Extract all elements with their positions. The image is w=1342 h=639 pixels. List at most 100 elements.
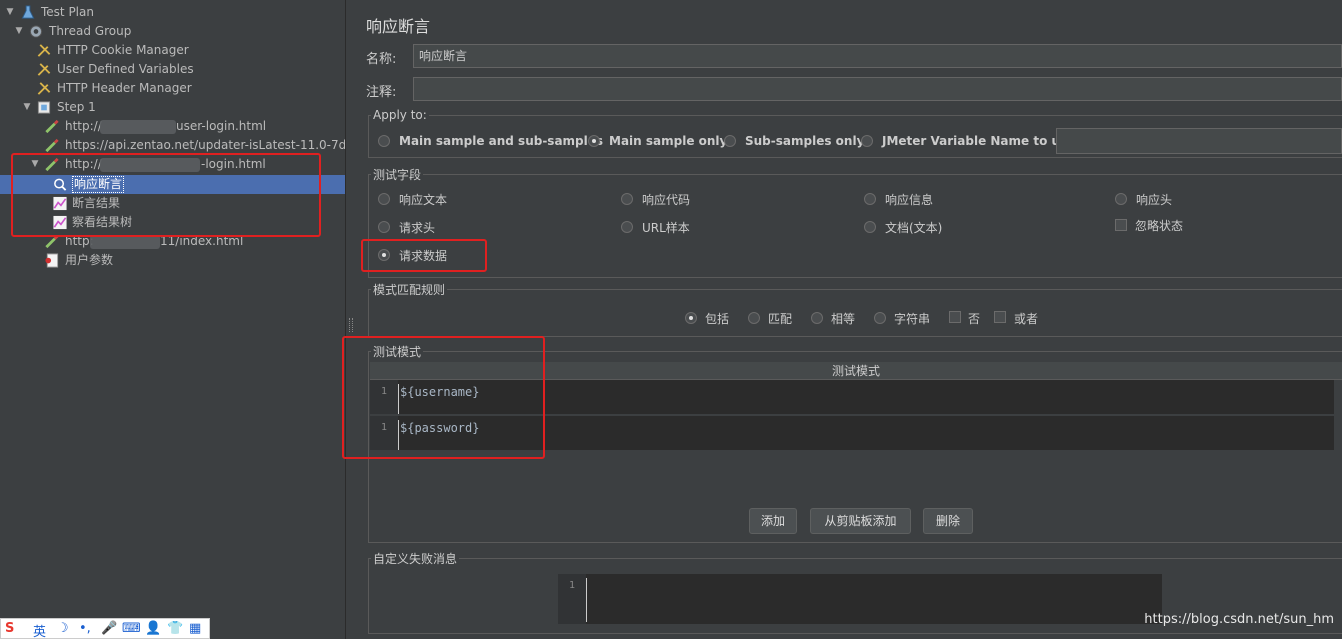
expand-toggle-icon[interactable]: ▼ <box>22 98 32 117</box>
option-substring: 字符串 <box>894 312 931 326</box>
tree-node-response-assertion[interactable]: 响应断言 <box>0 175 345 194</box>
expand-toggle-icon[interactable]: ▼ <box>30 155 40 174</box>
tree-node-user-parameters[interactable]: 用户参数 <box>0 251 345 270</box>
add-button[interactable]: 添加 <box>749 508 797 534</box>
option-matches: 匹配 <box>768 312 793 326</box>
wrench-icon <box>37 44 51 57</box>
tree-node-http-index[interactable]: http: 11/index.html <box>0 232 345 251</box>
flask-icon <box>21 5 35 19</box>
tree-node-user-defined-variables[interactable]: User Defined Variables <box>0 60 345 79</box>
option-response-headers: 响应头 <box>1136 193 1173 207</box>
punctuation-icon[interactable]: •, <box>79 621 91 636</box>
patterns-table-header[interactable]: 测试模式 <box>370 362 1342 380</box>
user-icon[interactable]: 👤 <box>145 621 161 636</box>
chart-listener-icon <box>53 215 67 230</box>
option-contains: 包括 <box>705 312 730 326</box>
radio-main-sample-only[interactable] <box>588 135 600 147</box>
radio-contains[interactable] <box>685 312 697 324</box>
delete-button[interactable]: 删除 <box>923 508 973 534</box>
pipette-icon <box>45 234 59 249</box>
comment-label: 注释: <box>366 85 397 100</box>
tree-node-step-1[interactable]: ▼ Step 1 <box>0 98 345 117</box>
tree-node-assertion-results[interactable]: 断言结果 <box>0 194 345 213</box>
pipette-icon <box>45 138 59 153</box>
radio-equals[interactable] <box>811 312 823 324</box>
magnifier-icon <box>54 178 67 191</box>
name-label: 名称: <box>366 52 397 67</box>
pattern-text: ${password} <box>400 421 480 435</box>
response-assertion-panel: 响应断言 名称: 响应断言 注释: Apply to: Main sample … <box>342 0 1342 639</box>
checkbox-ignore-status[interactable] <box>1115 219 1127 231</box>
skin-icon[interactable]: 👕 <box>167 621 183 636</box>
custom-failure-message-editor[interactable]: 1 <box>558 574 1162 624</box>
microphone-icon[interactable]: 🎤 <box>101 621 117 636</box>
keyboard-icon[interactable]: ⌨ <box>122 621 141 636</box>
custom-failure-message-legend: 自定义失败消息 <box>373 552 458 566</box>
radio-response-headers[interactable] <box>1115 193 1127 205</box>
name-field[interactable]: 响应断言 <box>413 44 1342 68</box>
tree-node-header-manager[interactable]: HTTP Header Manager <box>0 79 345 98</box>
pattern-editor-1[interactable]: 1 ${username} <box>370 380 1334 414</box>
add-from-clipboard-button[interactable]: 从剪贴板添加 <box>810 508 911 534</box>
option-main-sample-only: Main sample only <box>609 134 728 148</box>
checkbox-or[interactable] <box>994 311 1006 323</box>
pipette-icon <box>45 157 59 172</box>
test-plan-tree[interactable]: ▼ Test Plan ▼ Thread Group HTTP Cookie M… <box>0 0 346 639</box>
redacted-text <box>90 235 160 249</box>
gear-icon <box>29 25 43 38</box>
pattern-text: ${username} <box>400 385 480 399</box>
tree-node-http-user-login[interactable]: http:// user-login.html <box>0 117 345 136</box>
text-caret <box>398 420 399 450</box>
radio-response-message[interactable] <box>864 193 876 205</box>
comment-field[interactable] <box>413 77 1342 101</box>
checkbox-not[interactable] <box>949 311 961 323</box>
split-pane-divider[interactable] <box>346 0 356 639</box>
sogou-logo-icon[interactable]: S <box>5 621 14 636</box>
transaction-controller-icon <box>37 101 51 114</box>
radio-substring[interactable] <box>874 312 886 324</box>
patterns-table-scrollbar[interactable] <box>1334 380 1342 450</box>
pattern-editor-2[interactable]: 1 ${password} <box>370 416 1334 450</box>
option-request-headers: 请求头 <box>399 221 436 235</box>
option-request-data: 请求数据 <box>399 249 448 263</box>
line-number: 1 <box>370 380 398 414</box>
radio-request-headers[interactable] <box>378 221 390 233</box>
radio-sub-samples-only[interactable] <box>724 135 736 147</box>
option-sub-samples-only: Sub-samples only <box>745 134 865 148</box>
radio-main-and-sub-samples[interactable] <box>378 135 390 147</box>
radio-document-text[interactable] <box>864 221 876 233</box>
test-field-group: 测试字段 <box>368 166 1342 278</box>
tree-node-thread-group[interactable]: ▼ Thread Group <box>0 22 345 41</box>
radio-jmeter-variable[interactable] <box>861 135 873 147</box>
pipette-icon <box>45 119 59 134</box>
expand-toggle-icon[interactable]: ▼ <box>5 3 15 22</box>
tree-node-cookie-manager[interactable]: HTTP Cookie Manager <box>0 41 345 60</box>
jmeter-variable-field[interactable] <box>1056 128 1342 154</box>
option-equals: 相等 <box>831 312 856 326</box>
line-number: 1 <box>370 416 398 450</box>
apply-to-legend: Apply to: <box>373 108 427 122</box>
radio-response-text[interactable] <box>378 193 390 205</box>
pattern-matching-rules-legend: 模式匹配规则 <box>373 283 446 297</box>
option-not: 否 <box>968 312 981 326</box>
patterns-to-test-legend: 测试模式 <box>373 345 422 359</box>
radio-request-data[interactable] <box>378 249 390 261</box>
radio-response-code[interactable] <box>621 193 633 205</box>
moon-icon[interactable]: ☽ <box>57 621 69 636</box>
option-ignore-status: 忽略状态 <box>1135 219 1184 233</box>
ime-toolbar[interactable]: S 英 ☽ •, 🎤 ⌨ 👤 👕 ▦ <box>0 618 210 639</box>
tree-node-view-results-tree[interactable]: 察看结果树 <box>0 213 345 232</box>
tree-node-test-plan[interactable]: ▼ Test Plan <box>0 3 345 22</box>
tree-node-http-login[interactable]: ▼ http:// -login.html <box>0 155 345 174</box>
text-caret <box>586 578 587 622</box>
grid-menu-icon[interactable]: ▦ <box>189 621 201 636</box>
language-toggle[interactable]: 英 <box>33 621 46 639</box>
expand-toggle-icon[interactable]: ▼ <box>14 22 24 41</box>
redacted-text <box>100 158 200 172</box>
radio-matches[interactable] <box>748 312 760 324</box>
panel-title: 响应断言 <box>366 17 431 36</box>
radio-url-sample[interactable] <box>621 221 633 233</box>
preprocessor-icon <box>45 253 59 268</box>
tree-node-http-zentao-updater[interactable]: https://api.zentao.net/updater-isLatest-… <box>0 136 345 155</box>
option-url-sample: URL样本 <box>642 221 690 235</box>
